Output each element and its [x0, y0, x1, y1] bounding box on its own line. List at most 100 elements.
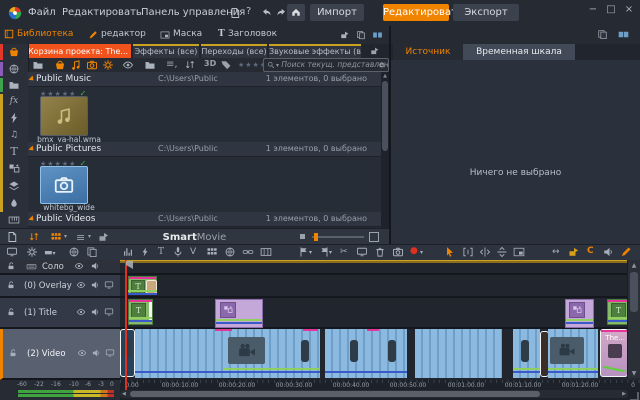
library-scrollbar[interactable]: ▲ [381, 72, 389, 228]
edit-mode-button[interactable]: Редактировать [383, 4, 449, 21]
scroll-thumb[interactable] [130, 391, 540, 397]
monitor-icon[interactable] [104, 280, 114, 290]
track-size-icon[interactable]: ▬▾ [44, 248, 56, 258]
project-notes-icon[interactable] [229, 7, 241, 19]
timeline-ruler[interactable]: 0.00 00:00:10.00 00:00:20.00 00:00:30.00… [120, 380, 640, 389]
camera-icon[interactable] [392, 246, 404, 258]
audio-scrub-icon[interactable] [68, 246, 80, 258]
collapse-triangle-icon[interactable] [28, 215, 35, 222]
video-clip-selected-transition[interactable] [120, 329, 135, 377]
zoom-out-box-icon[interactable] [300, 234, 305, 239]
montage-clip-2[interactable] [565, 299, 594, 328]
multicam-grid-icon[interactable] [206, 246, 218, 258]
scroll-down-icon[interactable]: ▼ [628, 370, 640, 377]
speaker-icon[interactable] [90, 261, 100, 271]
sidebar-item-fx[interactable]: fx [0, 93, 28, 109]
select-cursor-icon[interactable] [444, 246, 456, 258]
lock-icon[interactable] [6, 261, 16, 271]
pip-icon[interactable] [513, 246, 525, 258]
zoom-in-box-icon[interactable] [369, 232, 379, 242]
audio-ducking-icon[interactable]: V [190, 247, 196, 257]
scroll-up-icon[interactable]: ▲ [628, 260, 640, 269]
lock-icon[interactable] [8, 348, 18, 358]
fit-timeline-icon[interactable]: ↔ [552, 247, 560, 257]
snapshot-icon[interactable] [356, 246, 368, 258]
home-button[interactable] [287, 4, 305, 21]
sidebar-item-folders[interactable] [0, 77, 28, 93]
sidebar-item-sound[interactable] [0, 195, 28, 211]
effects-filter-icon[interactable] [102, 59, 114, 71]
video-clip-3[interactable] [415, 329, 502, 378]
menu-file[interactable]: Файл [28, 7, 56, 18]
collapse-triangle-icon[interactable] [28, 75, 35, 82]
tab-source[interactable]: Источник [393, 44, 463, 60]
preview-eye-icon[interactable] [122, 59, 134, 71]
eye-icon[interactable] [74, 261, 84, 271]
track-header-overlay[interactable]: (0) Overlay [0, 275, 120, 298]
monitor-icon[interactable] [104, 307, 114, 317]
audio-monitor-icon[interactable] [602, 246, 614, 258]
scroll-up-icon[interactable]: ▲ [382, 73, 388, 79]
music-thumbnail[interactable] [40, 96, 88, 136]
section-header-public-videos[interactable]: Public Videos C:\Users\Public 1 элементо… [28, 212, 381, 227]
speaker-icon[interactable] [90, 307, 100, 317]
timeline-hscrollbar[interactable]: ◀ ▶ [120, 390, 628, 398]
trim-mode-2-icon[interactable] [496, 246, 508, 258]
playhead-flag-icon[interactable] [126, 261, 133, 269]
clip-trim-handle[interactable] [149, 302, 152, 322]
tab-title[interactable]: Заголовок [228, 29, 277, 39]
menu-edit[interactable]: Редактировать [62, 7, 142, 18]
tab-mask[interactable]: Маска [173, 29, 202, 39]
tab-editor[interactable]: редактор [101, 29, 146, 39]
montage-clip-1[interactable] [215, 299, 263, 328]
speaker-icon[interactable] [91, 348, 101, 358]
video-clip-selected[interactable]: The... [600, 329, 628, 377]
tag-icon[interactable] [220, 59, 232, 71]
sidebar-item-titles[interactable]: T [0, 144, 28, 160]
undock-preview-icon[interactable] [597, 29, 608, 40]
marker-out-caret[interactable]: ▾ [329, 249, 332, 256]
bracket-trim-icon[interactable] [462, 246, 474, 258]
audio-mixer-icon[interactable] [122, 246, 134, 258]
sidebar-item-layers[interactable] [0, 178, 28, 194]
sort-icon[interactable] [184, 59, 196, 71]
dual-monitor-icon[interactable] [617, 29, 630, 40]
marker-add-icon[interactable]: ● [410, 246, 418, 256]
music-filter-icon[interactable] [70, 59, 82, 71]
thumb-size-slider[interactable] [312, 236, 364, 238]
video-clip-2[interactable] [325, 329, 407, 378]
section-header-public-music[interactable]: Public Music C:\Users\Public 1 элементов… [28, 72, 381, 87]
minimize-button[interactable]: − [585, 3, 601, 17]
new-bin-icon[interactable] [370, 46, 380, 56]
video-clip-4[interactable] [513, 329, 540, 378]
delete-trash-icon[interactable] [374, 246, 386, 258]
solo-label[interactable]: Соло [42, 262, 64, 272]
trim-mode-icon[interactable] [479, 246, 491, 258]
keyframe-pen-icon[interactable] [620, 246, 632, 258]
eye-icon[interactable] [76, 280, 86, 290]
scroll-right-icon[interactable]: ▶ [622, 391, 626, 397]
slider-thumb[interactable] [314, 233, 318, 241]
bin-filter-icon[interactable] [54, 59, 66, 71]
search-scope-caret[interactable]: ▾ [276, 62, 279, 69]
help-icon[interactable]: ? [246, 6, 251, 17]
track-header-title[interactable]: (1) Title [0, 298, 120, 329]
storyboard-icon[interactable] [86, 246, 98, 258]
resize-grip[interactable] [630, 392, 639, 400]
title-clip-1[interactable]: T [128, 299, 153, 325]
marker-add-caret[interactable]: ▾ [420, 249, 423, 256]
tab-library[interactable]: Библиотека [17, 29, 73, 39]
photo-filter-icon[interactable] [86, 59, 98, 71]
video-clip-5[interactable] [548, 329, 598, 378]
sidebar-item-project-bin[interactable] [0, 44, 28, 60]
razor-icon[interactable]: ✂ [340, 247, 348, 257]
magnet-snap-icon[interactable]: C [587, 246, 594, 256]
scorefitter-icon[interactable] [140, 246, 150, 258]
eye-icon[interactable] [76, 307, 86, 317]
undo-icon[interactable] [260, 7, 272, 19]
section-header-public-pictures[interactable]: Public Pictures C:\Users\Public 1 элемен… [28, 142, 381, 157]
timeline-view-icon[interactable] [6, 246, 18, 258]
scroll-left-icon[interactable]: ◀ [122, 391, 126, 397]
monitor-icon[interactable] [105, 348, 115, 358]
dual-pane-icon[interactable] [372, 30, 383, 40]
